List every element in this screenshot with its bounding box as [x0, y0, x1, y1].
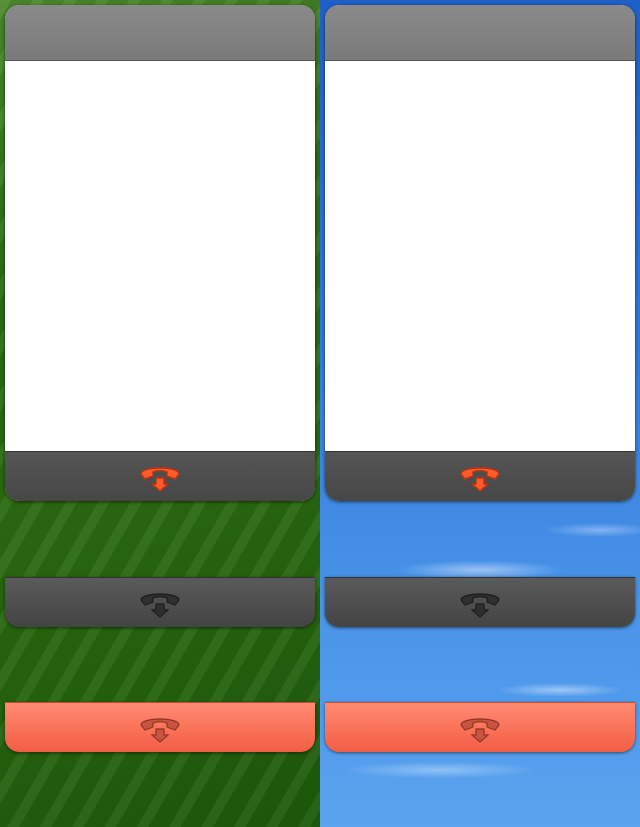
call-panel-left — [5, 5, 315, 501]
end-call-icon[interactable] — [137, 460, 183, 494]
panel-footer — [325, 451, 635, 501]
end-call-icon — [460, 717, 500, 743]
panel-header — [325, 5, 635, 61]
call-panel-right — [325, 5, 635, 501]
panel-content — [5, 61, 315, 452]
end-call-bar-red-left[interactable] — [5, 702, 315, 752]
end-call-bar-dark-right[interactable] — [325, 577, 635, 627]
end-call-icon — [460, 592, 500, 618]
end-call-bar-red-right[interactable] — [325, 702, 635, 752]
panel-header — [5, 5, 315, 61]
end-call-icon — [140, 717, 180, 743]
end-call-icon — [140, 592, 180, 618]
end-call-bar-dark-left[interactable] — [5, 577, 315, 627]
end-call-icon[interactable] — [457, 460, 503, 494]
panel-content — [325, 61, 635, 452]
panel-footer — [5, 451, 315, 501]
